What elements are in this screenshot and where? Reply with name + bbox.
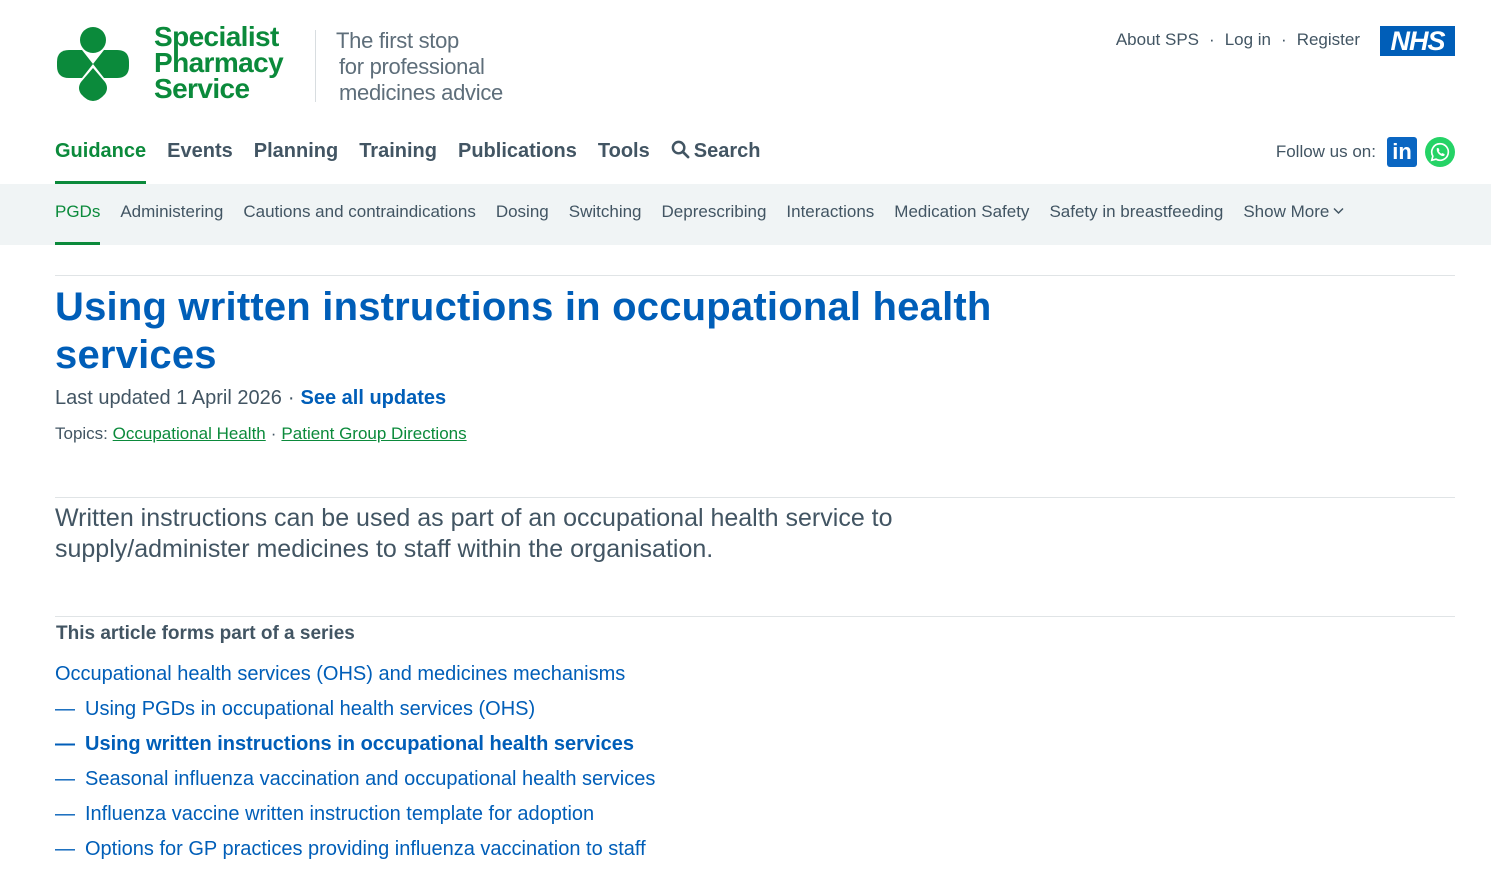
subnav-interactions[interactable]: Interactions — [786, 184, 874, 245]
subnav-cautions[interactable]: Cautions and contraindications — [243, 184, 475, 245]
tagline-line: for professional — [339, 54, 485, 79]
series-item-link[interactable]: — Using PGDs in occupational health servi… — [55, 692, 655, 727]
series-heading: This article forms part of a series — [56, 623, 355, 644]
topic-pgd-link[interactable]: Patient Group Directions — [281, 424, 466, 443]
page-title: Using written instructions in occupation… — [55, 285, 992, 377]
tagline: The first stop for professional medicine… — [336, 28, 503, 106]
divider — [55, 616, 1455, 617]
nav-search[interactable]: Search — [671, 125, 761, 184]
series-link-text: Options for GP practices providing influ… — [85, 838, 646, 860]
site-header: Specialist Pharmacy Service The first st… — [0, 0, 1491, 125]
sps-logo-icon — [57, 27, 129, 101]
subnav-dosing[interactable]: Dosing — [496, 184, 549, 245]
show-more-label: Show More — [1243, 202, 1330, 221]
linkedin-icon[interactable]: in — [1387, 137, 1417, 167]
subnav-medication-safety[interactable]: Medication Safety — [894, 184, 1029, 245]
nav-publications[interactable]: Publications — [458, 125, 577, 184]
log-in-link[interactable]: Log in — [1225, 30, 1271, 50]
dash: — — [55, 733, 75, 755]
search-icon — [671, 140, 690, 159]
nav-training[interactable]: Training — [359, 125, 437, 184]
subnav-deprescribing[interactable]: Deprescribing — [662, 184, 767, 245]
series-item-link[interactable]: — Seasonal influenza vaccination and occu… — [55, 762, 655, 797]
series-parent-link[interactable]: Occupational health services (OHS) and m… — [55, 657, 655, 692]
subnav-pgds[interactable]: PGDs — [55, 184, 101, 245]
series-item-link[interactable]: — Options for GP practices providing infl… — [55, 832, 655, 867]
utility-nav: About SPS · Log in · Register — [1116, 30, 1360, 50]
series-link-text: Using PGDs in occupational health servic… — [85, 698, 536, 720]
register-link[interactable]: Register — [1297, 30, 1360, 50]
topic-occupational-health-link[interactable]: Occupational Health — [113, 424, 266, 443]
sub-nav: PGDs Administering Cautions and contrain… — [0, 184, 1491, 245]
follow-us: Follow us on: in — [1276, 137, 1455, 167]
follow-label: Follow us on: — [1275, 142, 1376, 161]
subnav-breastfeeding[interactable]: Safety in breastfeeding — [1049, 184, 1223, 245]
whatsapp-icon[interactable] — [1425, 137, 1455, 167]
dash: — — [55, 768, 75, 790]
dash: — — [55, 698, 75, 720]
search-label: Search — [693, 140, 761, 162]
tagline-line: medicines advice — [339, 80, 503, 105]
last-updated-text: Last updated 1 April 2026 — [55, 387, 282, 409]
nav-guidance[interactable]: Guidance — [55, 125, 147, 184]
separator: · — [1209, 30, 1215, 49]
separator: · — [1281, 30, 1287, 49]
show-more-button[interactable]: Show More — [1243, 184, 1344, 245]
divider — [55, 497, 1455, 498]
series-list: Occupational health services (OHS) and m… — [55, 657, 655, 867]
main-nav: Guidance Events Planning Training Public… — [0, 125, 1491, 184]
about-sps-link[interactable]: About SPS — [1116, 30, 1199, 50]
series-link-text: Using written instructions in occupation… — [85, 733, 635, 755]
subnav-switching[interactable]: Switching — [569, 184, 642, 245]
series-link-text: Occupational health services (OHS) and m… — [55, 663, 626, 685]
nav-planning[interactable]: Planning — [254, 125, 338, 184]
nav-events[interactable]: Events — [167, 125, 233, 184]
dash: — — [55, 803, 75, 825]
topics: Topics: Occupational Health · Patient Grou… — [55, 424, 467, 444]
article-lede: Written instructions can be used as part… — [55, 504, 893, 563]
last-updated: Last updated 1 April 2026 · See all update… — [55, 387, 446, 410]
series-link-text: Influenza vaccine written instruction te… — [85, 803, 595, 825]
header-divider — [315, 30, 316, 102]
tagline-line: The first stop — [336, 28, 459, 53]
series-link-text: Seasonal influenza vaccination and occup… — [85, 768, 656, 790]
separator: · — [287, 387, 295, 409]
separator: · — [270, 424, 277, 443]
divider — [55, 275, 1455, 276]
subnav-administering[interactable]: Administering — [120, 184, 223, 245]
series-item-link[interactable]: — Influenza vaccine written instruction t… — [55, 797, 655, 832]
see-all-updates-link[interactable]: See all updates — [301, 387, 447, 409]
whatsapp-glyph — [1430, 142, 1450, 162]
series-item-current: — Using written instructions in occupatio… — [55, 727, 655, 762]
chevron-down-icon — [1333, 207, 1344, 215]
brand-line: Service — [154, 73, 250, 104]
nav-tools[interactable]: Tools — [598, 125, 650, 184]
nhs-logo[interactable]: NHS — [1380, 26, 1455, 56]
topics-label: Topics: — [55, 424, 108, 443]
dash: — — [55, 838, 75, 860]
brand-name: Specialist Pharmacy Service — [154, 23, 284, 104]
